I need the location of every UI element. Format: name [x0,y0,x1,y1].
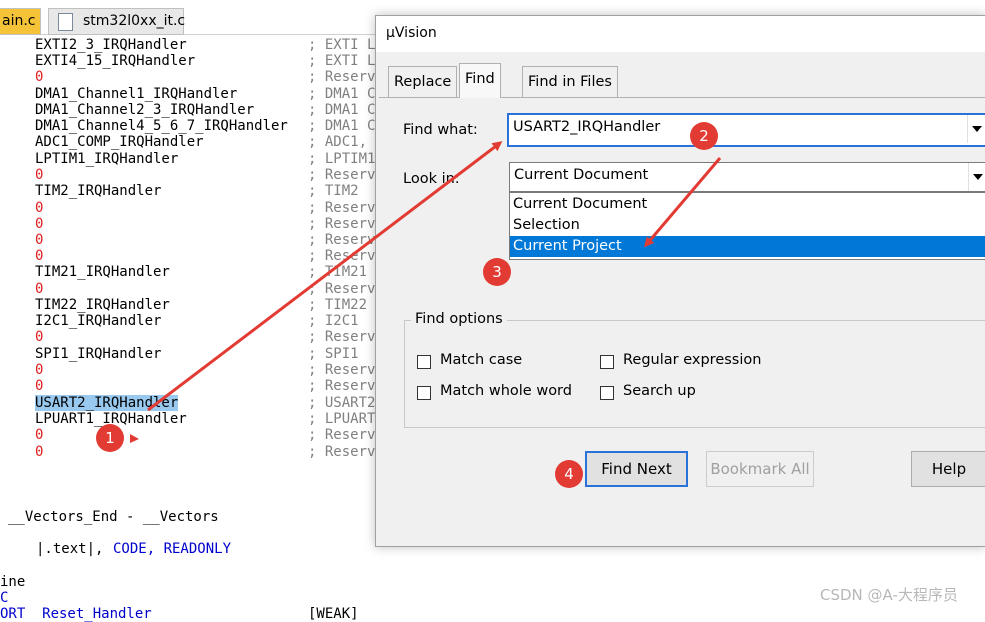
arrow-1-tail [130,434,139,443]
step-marker-2: 2 [690,122,718,150]
step-marker-1: 1 [96,424,124,452]
arrow-2-to-current-project [644,157,722,248]
arrow-1-to-find-what [147,141,503,412]
step-marker-4: 4 [555,460,583,488]
step-marker-3: 3 [483,258,511,286]
tab-find[interactable]: Find [459,63,501,98]
watermark: CSDN @A-大程序员 [820,586,958,604]
